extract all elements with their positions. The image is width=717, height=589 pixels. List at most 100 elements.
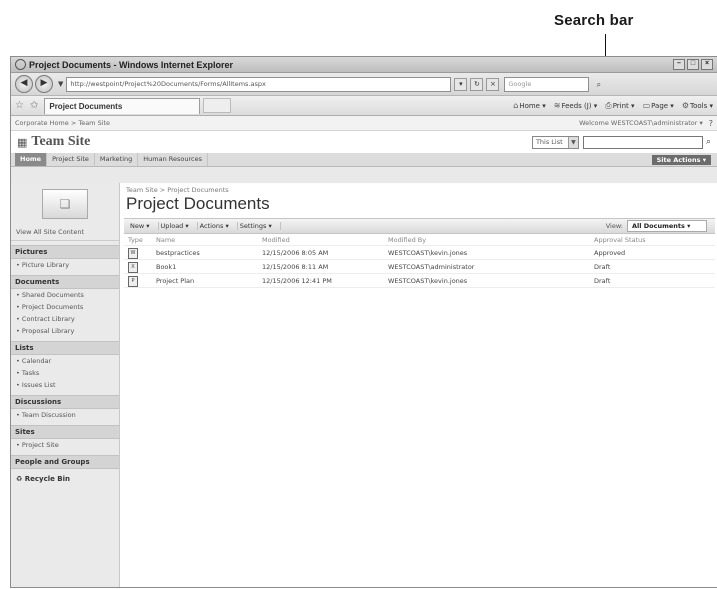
address-bar[interactable]: http://westpoint/Project%20Documents/For… (66, 76, 452, 92)
ql-item-contract-library[interactable]: • Contract Library (11, 313, 119, 325)
documents-table: Type Name Modified Modified By Approval … (124, 234, 715, 288)
ql-item-calendar[interactable]: • Calendar (11, 355, 119, 367)
table-row[interactable]: P Project Plan 12/15/2006 12:41 PM WESTC… (124, 274, 715, 288)
view-label: View: (605, 222, 623, 230)
welcome-menu[interactable]: Welcome WESTCOAST\administrator ▾ (579, 119, 703, 127)
maximize-button[interactable]: □ (687, 59, 699, 70)
search-icon[interactable]: ⌕ (706, 137, 711, 147)
forward-button[interactable]: ▶ (35, 75, 53, 93)
col-name[interactable]: Name (156, 236, 262, 244)
page-title: Project Documents (126, 194, 270, 213)
tab-row: ☆ ✩ Project Documents ⌂Home ▾ ≋Feeds (J)… (11, 96, 717, 116)
ql-item-proposal-library[interactable]: • Proposal Library (11, 325, 119, 337)
ql-item-project-site[interactable]: • Project Site (11, 439, 119, 451)
table-row[interactable]: W bestpractices 12/15/2006 8:05 AM WESTC… (124, 246, 715, 260)
view-select[interactable]: All Documents ▾ (627, 220, 707, 232)
feeds-icon: ≋ (553, 101, 561, 110)
page-breadcrumb[interactable]: Team Site > Project Documents (120, 183, 717, 194)
tools-command[interactable]: ⚙Tools ▾ (682, 101, 713, 110)
row-name[interactable]: bestpractices (156, 249, 262, 257)
back-button[interactable]: ◀ (15, 75, 33, 93)
col-modified[interactable]: Modified (262, 236, 388, 244)
row-status: Approved (594, 248, 626, 257)
recycle-bin-link[interactable]: ♻ Recycle Bin (11, 469, 119, 489)
page-command[interactable]: ▭Page ▾ (643, 101, 674, 110)
ql-heading-pictures[interactable]: Pictures (11, 245, 119, 259)
ie-logo-icon (15, 59, 26, 70)
print-command[interactable]: ⎙Print ▾ (605, 101, 634, 111)
new-menu-button[interactable]: New ▾ (128, 222, 159, 230)
page-content: ❏ View All Site Content Pictures • Pictu… (11, 183, 717, 587)
row-name[interactable]: Project Plan (156, 277, 262, 285)
word-doc-icon: W (128, 247, 138, 259)
top-breadcrumb[interactable]: Corporate Home > Team Site (15, 119, 110, 127)
quick-launch: ❏ View All Site Content Pictures • Pictu… (11, 183, 120, 587)
row-modified-by[interactable]: WESTCOAST\kevin.jones (388, 277, 594, 285)
row-status: Draft (594, 262, 611, 271)
close-button[interactable]: × (701, 59, 713, 70)
upload-menu-button[interactable]: Upload ▾ (159, 222, 198, 230)
feeds-command[interactable]: ≋Feeds (J) ▾ (554, 101, 598, 110)
settings-menu-button[interactable]: Settings ▾ (238, 222, 281, 230)
site-name[interactable]: Team Site (31, 134, 90, 150)
row-modified: 12/15/2006 8:05 AM (262, 248, 329, 257)
favorites-star-icon[interactable]: ☆ (15, 100, 24, 111)
row-name[interactable]: Book1 (156, 263, 262, 271)
ql-item-team-discussion[interactable]: • Team Discussion (11, 409, 119, 421)
nav-tab-marketing[interactable]: Marketing (95, 153, 139, 166)
nav-tab-home[interactable]: Home (15, 153, 48, 166)
row-modified-by[interactable]: WESTCOAST\administrator (388, 263, 594, 271)
new-tab-button[interactable] (203, 98, 232, 113)
minimize-button[interactable]: – (673, 59, 685, 70)
add-favorites-icon[interactable]: ✩ (30, 100, 38, 111)
title-bar: Project Documents - Windows Internet Exp… (11, 57, 717, 73)
table-header: Type Name Modified Modified By Approval … (124, 234, 715, 246)
nav-tab-human-resources[interactable]: Human Resources (138, 153, 208, 166)
ql-heading-people-and-groups[interactable]: People and Groups (11, 455, 119, 469)
address-dropdown-button[interactable]: ▾ (454, 77, 468, 91)
site-actions-button[interactable]: Site Actions ▾ (651, 154, 711, 165)
window-title: Project Documents - Windows Internet Exp… (29, 59, 233, 70)
history-dropdown-icon[interactable]: ▼ (58, 80, 63, 88)
view-all-site-content-link[interactable]: View All Site Content (11, 225, 119, 241)
search-scope-select[interactable]: This List ▼ (531, 135, 579, 149)
print-icon: ⎙ (605, 100, 612, 110)
table-row[interactable]: X Book1 12/15/2006 8:11 AM WESTCOAST\adm… (124, 260, 715, 274)
callout-search-bar-label: Search bar (554, 12, 634, 29)
address-row: ◀ ▶ ▼ http://westpoint/Project%20Documen… (11, 73, 717, 96)
site-image-icon: ❏ (42, 189, 88, 219)
row-modified-by[interactable]: WESTCOAST\kevin.jones (388, 249, 594, 257)
top-navigation: Home Project Site Marketing Human Resour… (11, 153, 717, 167)
ql-item-issues-list[interactable]: • Issues List (11, 379, 119, 391)
project-doc-icon: P (128, 275, 138, 287)
ql-item-project-documents[interactable]: • Project Documents (11, 301, 119, 313)
actions-menu-button[interactable]: Actions ▾ (198, 222, 238, 230)
ql-heading-documents[interactable]: Documents (11, 275, 119, 289)
browser-search-input[interactable]: Google (504, 76, 590, 92)
sharepoint-search-input[interactable] (582, 135, 703, 149)
nav-tab-project-site[interactable]: Project Site (47, 153, 95, 166)
refresh-button[interactable]: ↻ (470, 77, 484, 91)
col-approval-status[interactable]: Approval Status (594, 236, 715, 244)
excel-doc-icon: X (128, 261, 138, 273)
home-command[interactable]: ⌂Home ▾ (513, 101, 546, 110)
ql-heading-lists[interactable]: Lists (11, 341, 119, 355)
ql-heading-discussions[interactable]: Discussions (11, 395, 119, 409)
chevron-down-icon: ▼ (567, 136, 578, 148)
row-modified: 12/15/2006 12:41 PM (262, 276, 332, 285)
recycle-bin-icon: ♻ (16, 475, 23, 483)
tab-project-documents[interactable]: Project Documents (44, 97, 201, 114)
col-modified-by[interactable]: Modified By (388, 236, 594, 244)
page-icon: ▭ (642, 101, 651, 110)
browser-search-icon[interactable]: ⌕ (593, 79, 604, 90)
home-icon: ⌂ (513, 101, 519, 110)
help-icon[interactable]: ? (709, 119, 713, 128)
sharepoint-top-bar: Corporate Home > Team Site Welcome WESTC… (11, 116, 717, 131)
ql-heading-sites[interactable]: Sites (11, 425, 119, 439)
ql-item-picture-library[interactable]: • Picture Library (11, 259, 119, 271)
team-site-logo-icon: ▦ (17, 135, 28, 149)
ql-item-tasks[interactable]: • Tasks (11, 367, 119, 379)
stop-button[interactable]: × (486, 77, 500, 91)
col-type[interactable]: Type (124, 236, 156, 244)
ql-item-shared-documents[interactable]: • Shared Documents (11, 289, 119, 301)
